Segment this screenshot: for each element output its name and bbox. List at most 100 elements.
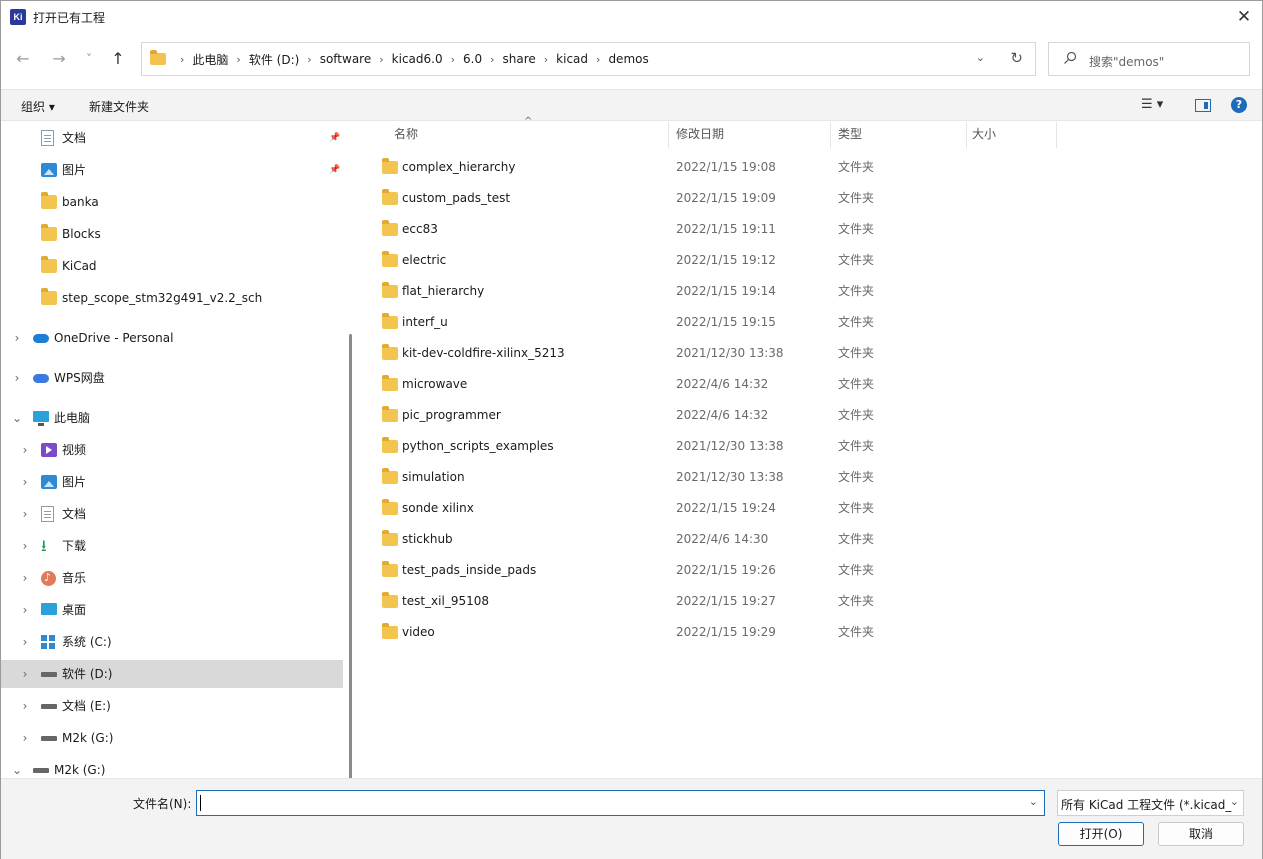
- sidebar-item[interactable]: ⌄ 此电脑: [1, 404, 343, 432]
- sidebar-item[interactable]: › 视频: [1, 436, 343, 464]
- sidebar-scrollbar[interactable]: [349, 334, 352, 778]
- chevron-right-icon[interactable]: ›: [451, 53, 455, 66]
- chevron-right-icon[interactable]: ›: [379, 53, 383, 66]
- breadcrumb-item[interactable]: share: [503, 52, 536, 66]
- file-row[interactable]: flat_hierarchy 2022/1/15 19:14 文件夹: [378, 276, 1238, 306]
- file-row[interactable]: complex_hierarchy 2022/1/15 19:08 文件夹: [378, 152, 1238, 182]
- sidebar-item[interactable]: KiCad: [1, 252, 343, 280]
- chevron-right-icon[interactable]: ›: [19, 660, 31, 688]
- file-row[interactable]: interf_u 2022/1/15 19:15 文件夹: [378, 307, 1238, 337]
- help-icon[interactable]: ?: [1231, 97, 1247, 113]
- chevron-right-icon[interactable]: ›: [19, 500, 31, 528]
- chevron-right-icon[interactable]: ›: [19, 532, 31, 560]
- document-icon: [41, 506, 54, 522]
- file-row[interactable]: simulation 2021/12/30 13:38 文件夹: [378, 462, 1238, 492]
- file-row[interactable]: test_pads_inside_pads 2022/1/15 19:26 文件夹: [378, 555, 1238, 585]
- breadcrumb-item[interactable]: 软件 (D:): [249, 51, 299, 68]
- sidebar-item[interactable]: › 图片: [1, 468, 343, 496]
- drive-icon: [33, 763, 49, 777]
- column-divider[interactable]: [1056, 122, 1057, 148]
- file-row[interactable]: microwave 2022/4/6 14:32 文件夹: [378, 369, 1238, 399]
- file-row[interactable]: ecc83 2022/1/15 19:11 文件夹: [378, 214, 1238, 244]
- close-button[interactable]: ✕: [1226, 1, 1262, 33]
- sidebar-item[interactable]: › 音乐: [1, 564, 343, 592]
- sidebar-item[interactable]: › WPS网盘: [1, 364, 343, 392]
- chevron-right-icon[interactable]: ›: [19, 564, 31, 592]
- chevron-right-icon[interactable]: ›: [19, 596, 31, 624]
- sidebar-item[interactable]: › 文档 (E:): [1, 692, 343, 720]
- chevron-right-icon[interactable]: ›: [596, 53, 600, 66]
- column-divider[interactable]: [966, 122, 967, 148]
- sidebar-item[interactable]: › OneDrive - Personal: [1, 324, 343, 352]
- breadcrumb-item[interactable]: 6.0: [463, 52, 482, 66]
- chevron-down-icon[interactable]: ⌄: [11, 756, 23, 778]
- filename-input[interactable]: ⌄: [196, 790, 1045, 816]
- file-row[interactable]: video 2022/1/15 19:29 文件夹: [378, 617, 1238, 647]
- sidebar-item[interactable]: 文档 📌: [1, 124, 343, 152]
- file-row[interactable]: sonde xilinx 2022/1/15 19:24 文件夹: [378, 493, 1238, 523]
- chevron-right-icon[interactable]: ›: [307, 53, 311, 66]
- sidebar-item[interactable]: 图片 📌: [1, 156, 343, 184]
- file-row[interactable]: kit-dev-coldfire-xilinx_5213 2021/12/30 1…: [378, 338, 1238, 368]
- sidebar-item[interactable]: Blocks: [1, 220, 343, 248]
- column-header-modified[interactable]: 修改日期: [676, 122, 724, 148]
- organize-button[interactable]: 组织 ▾: [21, 98, 55, 115]
- sidebar-item[interactable]: › 下载: [1, 532, 343, 560]
- chevron-right-icon[interactable]: ›: [19, 436, 31, 464]
- refresh-icon[interactable]: ↻: [1010, 49, 1023, 67]
- chevron-right-icon[interactable]: ›: [19, 692, 31, 720]
- chevron-right-icon[interactable]: ›: [11, 324, 23, 352]
- file-row[interactable]: pic_programmer 2022/4/6 14:32 文件夹: [378, 400, 1238, 430]
- file-row[interactable]: stickhub 2022/4/6 14:30 文件夹: [378, 524, 1238, 554]
- forward-button[interactable]: →: [47, 47, 71, 71]
- up-button[interactable]: ↑: [106, 47, 130, 71]
- file-row[interactable]: custom_pads_test 2022/1/15 19:09 文件夹: [378, 183, 1238, 213]
- breadcrumb-item[interactable]: 此电脑: [192, 51, 228, 68]
- breadcrumb-item[interactable]: kicad6.0: [392, 52, 443, 66]
- column-header-type[interactable]: 类型: [838, 122, 862, 148]
- chevron-down-icon[interactable]: ⌄: [11, 404, 23, 432]
- breadcrumb-item[interactable]: kicad: [556, 52, 588, 66]
- column-divider[interactable]: [830, 122, 831, 148]
- view-options-button[interactable]: ☰ ▾: [1141, 97, 1163, 112]
- sidebar-item[interactable]: banka: [1, 188, 343, 216]
- sidebar-item[interactable]: › 软件 (D:): [1, 660, 343, 688]
- chevron-right-icon[interactable]: ›: [236, 53, 240, 66]
- drive-icon: [41, 699, 57, 713]
- sidebar-item[interactable]: ⌄ M2k (G:): [1, 756, 343, 778]
- sidebar-item[interactable]: step_scope_stm32g491_v2.2_sch: [1, 284, 343, 312]
- chevron-right-icon[interactable]: ›: [19, 468, 31, 496]
- address-bar[interactable]: › 此电脑 › 软件 (D:) › software › kicad6.0 › 6.0 › share…: [141, 42, 1036, 76]
- back-button[interactable]: ←: [11, 47, 35, 71]
- breadcrumb-item[interactable]: demos: [608, 52, 648, 66]
- breadcrumb-item[interactable]: software: [320, 52, 372, 66]
- preview-pane-icon[interactable]: [1195, 99, 1211, 112]
- file-row[interactable]: python_scripts_examples 2021/12/30 13:38 文…: [378, 431, 1238, 461]
- file-type-select[interactable]: 所有 KiCad 工程文件 (*.kicad_ ⌄: [1057, 790, 1244, 816]
- column-header-name[interactable]: 名称: [394, 122, 418, 148]
- file-row[interactable]: electric 2022/1/15 19:12 文件夹: [378, 245, 1238, 275]
- chevron-down-icon[interactable]: ⌄: [1227, 795, 1239, 808]
- chevron-down-icon[interactable]: ⌄: [1029, 795, 1038, 808]
- chevron-right-icon[interactable]: ›: [490, 53, 494, 66]
- file-row[interactable]: test_xil_95108 2022/1/15 19:27 文件夹: [378, 586, 1238, 616]
- chevron-down-icon[interactable]: ⌄: [976, 51, 985, 64]
- chevron-right-icon[interactable]: ›: [11, 364, 23, 392]
- column-header-size[interactable]: 大小: [972, 122, 996, 148]
- column-divider[interactable]: [668, 122, 669, 148]
- new-folder-button[interactable]: 新建文件夹: [89, 98, 149, 115]
- cancel-button[interactable]: 取消: [1158, 822, 1244, 846]
- search-input[interactable]: 搜索"demos": [1048, 42, 1250, 76]
- sidebar-item[interactable]: › 系统 (C:): [1, 628, 343, 656]
- open-button[interactable]: 打开(O): [1058, 822, 1144, 846]
- sidebar-item[interactable]: › 桌面: [1, 596, 343, 624]
- recent-locations-button[interactable]: ˅: [77, 47, 101, 71]
- chevron-right-icon[interactable]: ›: [19, 724, 31, 752]
- file-name: microwave: [402, 377, 468, 391]
- file-type: 文件夹: [838, 253, 875, 267]
- chevron-right-icon[interactable]: ›: [19, 628, 31, 656]
- sidebar-item[interactable]: › M2k (G:): [1, 724, 343, 752]
- chevron-right-icon[interactable]: ›: [180, 53, 184, 66]
- chevron-right-icon[interactable]: ›: [544, 53, 548, 66]
- sidebar-item[interactable]: › 文档: [1, 500, 343, 528]
